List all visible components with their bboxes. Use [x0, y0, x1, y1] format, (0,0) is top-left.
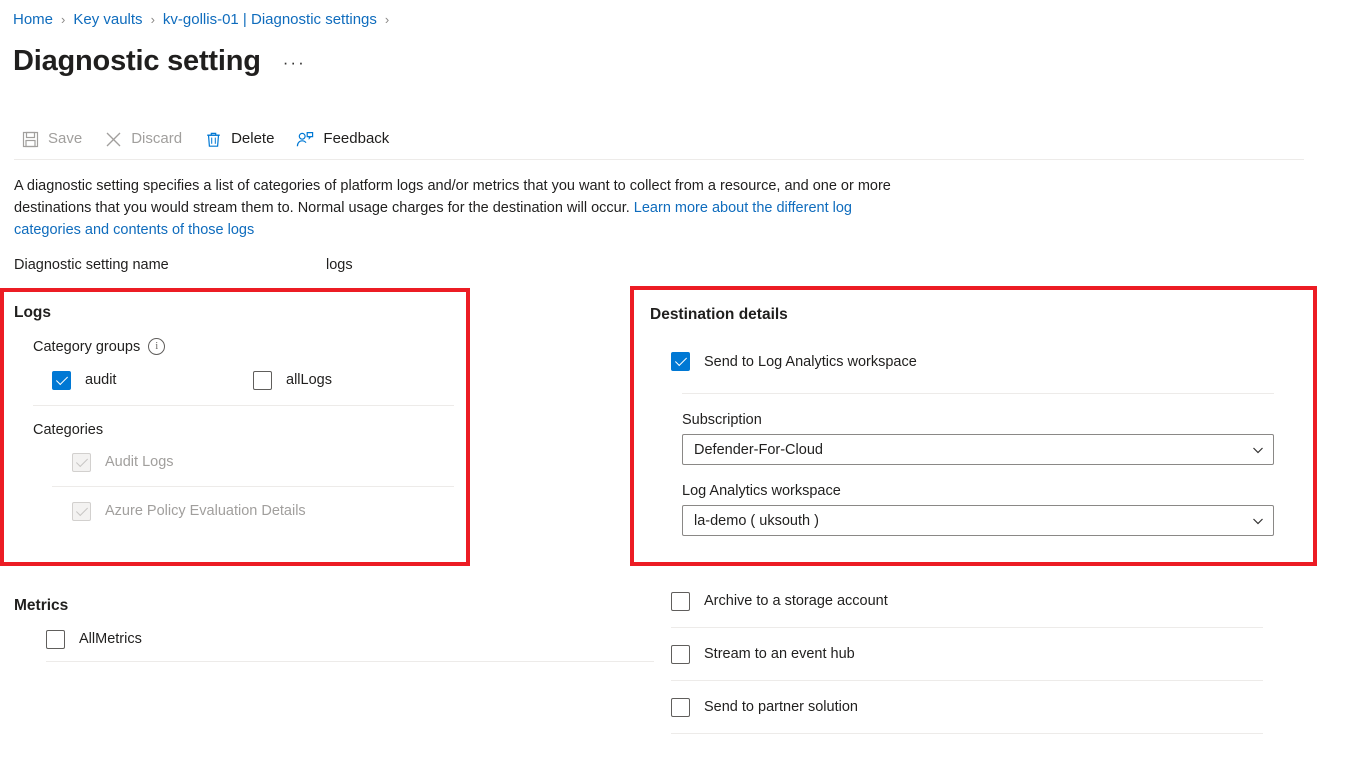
- checkbox-partner-solution[interactable]: [671, 697, 690, 717]
- save-floppy-icon: [21, 130, 39, 148]
- chevron-down-icon: [1251, 514, 1265, 528]
- checkbox-event-hub[interactable]: [671, 644, 690, 664]
- checkbox-row-allmetrics[interactable]: AllMetrics: [46, 617, 644, 661]
- chevron-right-icon: ›: [61, 12, 66, 27]
- metrics-heading: Metrics: [14, 597, 69, 614]
- checkbox-audit-logs-label: Audit Logs: [105, 454, 174, 470]
- categories-label: Categories: [33, 422, 104, 438]
- category-groups-label-row: Category groups i: [33, 338, 454, 355]
- checkbox-alllogs[interactable]: [253, 370, 272, 390]
- destination-details-section: Destination details Send to Log Analytic…: [650, 304, 1290, 536]
- checkbox-send-to-log-analytics[interactable]: [671, 352, 690, 371]
- diagnostic-setting-name-row: Diagnostic setting name logs: [14, 257, 353, 273]
- discard-button[interactable]: Discard: [104, 123, 182, 155]
- description-paragraph: A diagnostic setting specifies a list of…: [14, 175, 894, 241]
- subscription-label: Subscription: [682, 412, 762, 428]
- delete-button-label: Delete: [231, 130, 275, 147]
- category-groups-label: Category groups: [33, 338, 141, 355]
- checkbox-audit-logs: [72, 452, 91, 472]
- delete-button[interactable]: Delete: [204, 123, 274, 155]
- chevron-right-icon: ›: [384, 12, 390, 27]
- category-group-column-2: allLogs: [253, 367, 454, 393]
- checkbox-partner-solution-label: Send to partner solution: [704, 699, 858, 715]
- logs-heading: Logs: [14, 304, 52, 321]
- workspace-value: la-demo ( uksouth ): [694, 512, 819, 529]
- breadcrumb-item-key-vaults[interactable]: Key vaults: [73, 10, 142, 30]
- checkbox-row-send-to-log-analytics[interactable]: Send to Log Analytics workspace: [671, 352, 1290, 371]
- checkbox-row-alllogs[interactable]: allLogs: [253, 367, 454, 393]
- checkbox-alllogs-label: allLogs: [286, 372, 332, 388]
- subscription-dropdown[interactable]: Defender-For-Cloud: [682, 434, 1274, 465]
- log-analytics-divider: [682, 393, 1274, 394]
- workspace-field-group: Log Analytics workspace la-demo ( uksout…: [682, 483, 1274, 536]
- checkbox-row-partner-solution[interactable]: Send to partner solution: [671, 681, 1290, 733]
- info-icon[interactable]: i: [148, 338, 166, 355]
- checkbox-audit[interactable]: [52, 370, 71, 390]
- chevron-right-icon: ›: [150, 12, 155, 27]
- destination-options-list: Archive to a storage account Stream to a…: [650, 575, 1290, 734]
- subscription-value: Defender-For-Cloud: [694, 441, 823, 458]
- metrics-section: Metrics AllMetrics: [14, 595, 654, 662]
- page-title: Diagnostic setting: [13, 45, 261, 77]
- breadcrumb-item-home[interactable]: Home: [13, 10, 53, 30]
- destination-details-heading: Destination details: [650, 306, 788, 323]
- discard-button-label: Discard: [131, 130, 183, 147]
- checkbox-row-audit-logs[interactable]: Audit Logs: [72, 438, 454, 486]
- checkbox-audit-label: audit: [85, 372, 117, 388]
- more-options-icon[interactable]: ···: [283, 53, 306, 73]
- checkbox-azure-policy-evaluation-details: [72, 501, 91, 521]
- save-button[interactable]: Save: [21, 123, 82, 155]
- checkbox-archive-storage[interactable]: [671, 591, 690, 611]
- feedback-button[interactable]: Feedback: [296, 123, 389, 155]
- feedback-button-label: Feedback: [323, 130, 390, 147]
- checkbox-row-event-hub[interactable]: Stream to an event hub: [671, 628, 1290, 680]
- destination-divider-3: [671, 733, 1263, 734]
- subscription-field-group: Subscription Defender-For-Cloud: [682, 412, 1274, 465]
- checkbox-send-to-log-analytics-label: Send to Log Analytics workspace: [704, 353, 917, 370]
- checkbox-row-archive-storage[interactable]: Archive to a storage account: [671, 575, 1290, 627]
- category-group-column-1: audit: [52, 367, 253, 393]
- logs-section: Logs Category groups i audit allLogs Cat…: [14, 302, 454, 535]
- category-groups-divider: [33, 405, 454, 406]
- breadcrumb: Home › Key vaults › kv-gollis-01 | Diagn…: [13, 10, 397, 30]
- checkbox-azure-policy-evaluation-details-label: Azure Policy Evaluation Details: [105, 503, 306, 519]
- breadcrumb-item-resource[interactable]: kv-gollis-01 | Diagnostic settings: [163, 10, 377, 30]
- checkbox-row-audit[interactable]: audit: [52, 367, 253, 393]
- command-toolbar: Save Discard Delete Feedback: [21, 122, 411, 156]
- close-x-icon: [104, 130, 122, 148]
- metrics-divider: [46, 661, 654, 662]
- workspace-label: Log Analytics workspace: [682, 483, 841, 499]
- diagnostic-setting-name-label: Diagnostic setting name: [14, 257, 169, 273]
- checkbox-allmetrics-label: AllMetrics: [79, 631, 142, 647]
- checkbox-allmetrics[interactable]: [46, 629, 65, 649]
- workspace-dropdown[interactable]: la-demo ( uksouth ): [682, 505, 1274, 536]
- checkbox-event-hub-label: Stream to an event hub: [704, 646, 855, 662]
- person-feedback-icon: [296, 130, 314, 148]
- trash-icon: [204, 130, 222, 148]
- page-title-row: Diagnostic setting ···: [13, 43, 306, 79]
- save-button-label: Save: [48, 130, 83, 147]
- checkbox-archive-storage-label: Archive to a storage account: [704, 593, 888, 609]
- diagnostic-setting-name-value[interactable]: logs: [326, 257, 353, 273]
- checkbox-row-azure-policy-evaluation-details[interactable]: Azure Policy Evaluation Details: [72, 487, 454, 535]
- chevron-down-icon: [1251, 443, 1265, 457]
- toolbar-divider: [14, 159, 1304, 160]
- category-groups-checkbox-grid: audit allLogs: [52, 367, 454, 393]
